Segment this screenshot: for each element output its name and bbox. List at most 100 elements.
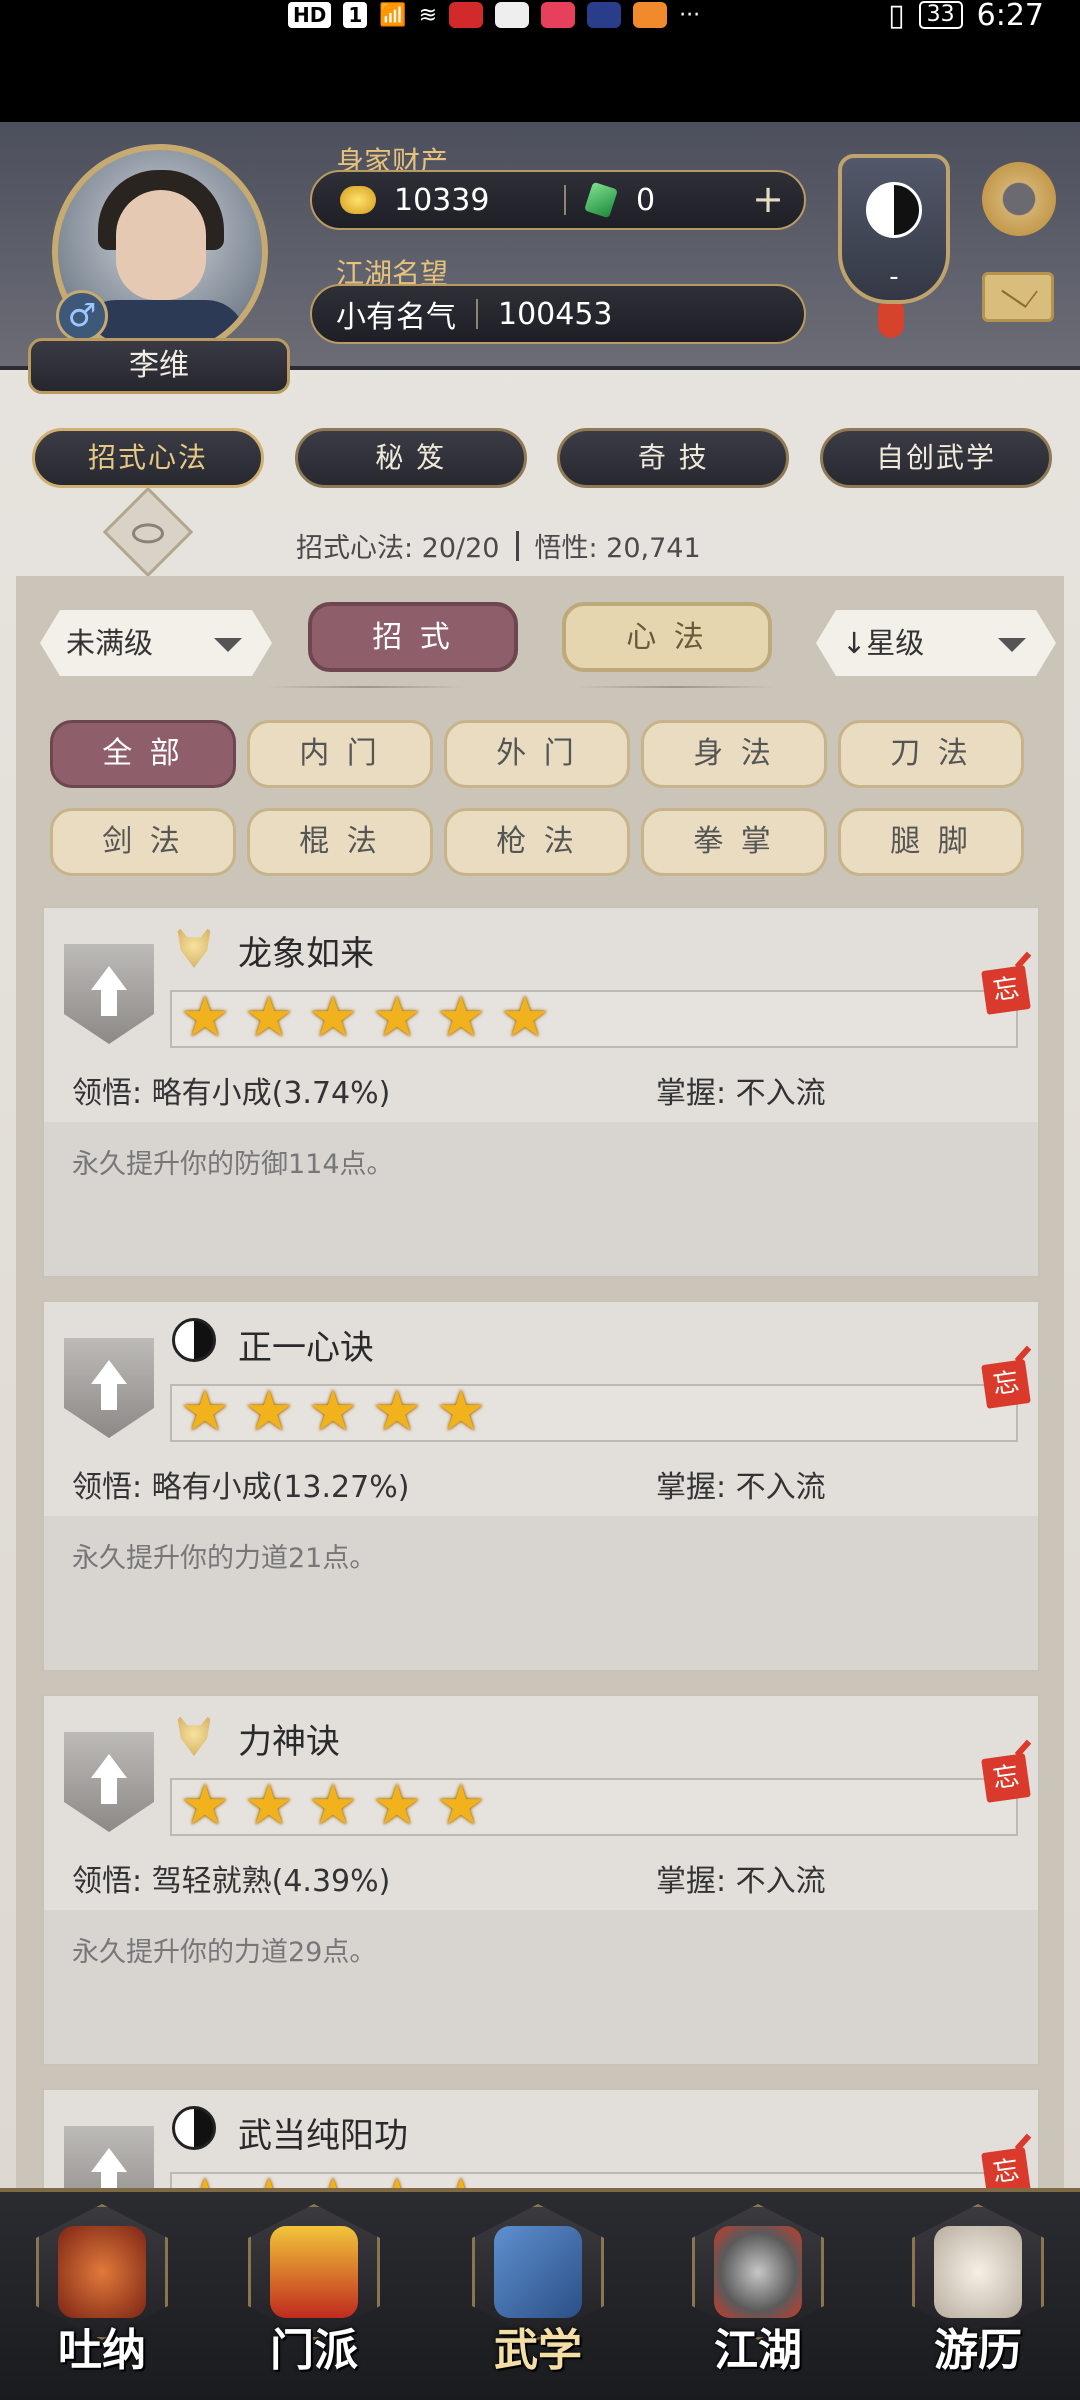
star-icon: ★ [307, 1773, 359, 1838]
skill-name: 武当纯阳功 [238, 2116, 408, 2156]
segment-moves[interactable]: 招 式 [308, 602, 518, 672]
app-notification-icon [495, 2, 530, 28]
book-icon [494, 2226, 582, 2318]
skill-name: 龙象如来 [238, 934, 374, 974]
app-notification-icon [587, 2, 622, 28]
upgrade-icon[interactable] [64, 944, 154, 1044]
tab-special-skills[interactable]: 奇 技 [557, 428, 790, 488]
app-notification-icon [633, 2, 668, 28]
skill-card[interactable]: 龙象如来 ★ ★ ★ ★ ★ ★ 忘 领悟: 略有小成(3.74%) 掌握: 不… [42, 906, 1040, 1278]
gold-ingot-icon [340, 186, 376, 214]
monk-icon [58, 2226, 146, 2318]
status-icons-left: HD 1 📶 ≋ ··· [288, 0, 700, 30]
skill-description: 永久提升你的力道21点。 [72, 1543, 377, 1574]
comprehension: 领悟: 略有小成(13.27%) [72, 1470, 410, 1505]
yinyang-icon [172, 1318, 216, 1362]
gear-icon[interactable] [982, 162, 1056, 236]
yinyang-icon [866, 182, 922, 238]
category-sword[interactable]: 剑 法 [50, 808, 236, 876]
skill-card[interactable]: 力神诀 ★ ★ ★ ★ ★ 忘 领悟: 驾轻就熟(4.39%) 掌握: 不入流 … [42, 1694, 1040, 2066]
star-icon: ★ [179, 1773, 231, 1838]
hat-icon [714, 2226, 802, 2318]
main-tabs: 招式心法 秘 笈 奇 技 自创武学 [32, 428, 1052, 494]
reputation-title: 小有名气 [336, 300, 456, 335]
category-leg[interactable]: 腿 脚 [838, 808, 1024, 876]
star-rating: ★ ★ ★ ★ ★ [170, 1384, 1018, 1442]
mail-icon[interactable] [982, 272, 1054, 322]
segment-mind[interactable]: 心 法 [562, 602, 772, 672]
upgrade-icon[interactable] [64, 1732, 154, 1832]
mastery: 掌握: 不入流 [656, 1470, 826, 1505]
vibrate-icon: ▯ [888, 0, 905, 33]
category-outer[interactable]: 外 门 [444, 720, 630, 788]
star-icon: ★ [371, 1379, 423, 1444]
yinyang-icon [172, 2106, 216, 2150]
star-icon: ★ [307, 1379, 359, 1444]
signal-icon: 📶 [379, 2, 407, 28]
category-movement[interactable]: 身 法 [641, 720, 827, 788]
star-rating: ★ ★ ★ ★ ★ [170, 1778, 1018, 1836]
level-filter-dropdown[interactable]: 未满级 [40, 610, 272, 676]
eye-icon[interactable] [102, 486, 194, 578]
star-icon: ★ [371, 985, 423, 1050]
forget-button[interactable]: 忘 [981, 965, 1031, 1015]
nav-martial-arts[interactable]: 武学 [468, 2186, 608, 2386]
horse-icon [934, 2226, 1022, 2318]
star-icon: ★ [179, 985, 231, 1050]
tab-secret-manuals[interactable]: 秘 笈 [294, 428, 527, 488]
player-name: 李维 [28, 338, 290, 394]
skill-panel: 未满级 招 式 心 法 ↓星级 全 部 内 门 外 门 身 法 刀 法 剑 法 … [16, 576, 1064, 2356]
category-all[interactable]: 全 部 [50, 720, 236, 788]
skill-description: 永久提升你的力道29点。 [72, 1937, 377, 1968]
divider [266, 686, 466, 688]
category-fist-palm[interactable]: 拳 掌 [641, 808, 827, 876]
upgrade-icon[interactable] [64, 1338, 154, 1438]
nav-jianghu[interactable]: 江湖 [688, 2186, 828, 2386]
category-spear[interactable]: 枪 法 [444, 808, 630, 876]
wifi-icon: ≋ [418, 2, 438, 28]
reputation-bar: 小有名气 100453 [310, 284, 806, 344]
status-icons-right: ▯ 33 6:27 [888, 0, 1044, 33]
battery-indicator: 33 [918, 1, 963, 29]
tab-custom-martial-arts[interactable]: 自创武学 [819, 428, 1052, 488]
star-icon: ★ [243, 1379, 295, 1444]
divider [576, 686, 776, 688]
star-icon: ★ [243, 1773, 295, 1838]
filter-row: 未满级 招 式 心 法 ↓星级 [40, 602, 1056, 682]
star-icon: ★ [435, 1773, 487, 1838]
tab-moves-mind[interactable]: 招式心法 [32, 428, 264, 488]
category-blade[interactable]: 刀 法 [838, 720, 1024, 788]
star-icon: ★ [243, 985, 295, 1050]
star-rating: ★ ★ ★ ★ ★ ★ [170, 990, 1018, 1048]
nav-breathing[interactable]: 吐纳 [32, 2186, 172, 2386]
star-icon: ★ [435, 985, 487, 1050]
forget-button[interactable]: 忘 [981, 1753, 1031, 1803]
star-icon: ★ [371, 1773, 423, 1838]
sort-dropdown[interactable]: ↓星级 [816, 610, 1056, 676]
male-icon: ♂ [56, 290, 108, 342]
skill-card[interactable]: 正一心诀 ★ ★ ★ ★ ★ 忘 领悟: 略有小成(13.27%) 掌握: 不入… [42, 1300, 1040, 1672]
bull-icon [176, 924, 212, 968]
category-inner[interactable]: 内 门 [247, 720, 433, 788]
skill-description: 永久提升你的防御114点。 [72, 1149, 394, 1180]
star-icon: ★ [179, 1379, 231, 1444]
category-staff[interactable]: 棍 法 [247, 808, 433, 876]
reputation-value: 100453 [498, 296, 613, 332]
app-notification-icon [541, 2, 576, 28]
sim-indicator: 1 [343, 2, 368, 28]
star-icon: ★ [435, 1379, 487, 1444]
forget-button[interactable]: 忘 [981, 1359, 1031, 1409]
add-currency-button[interactable]: + [750, 180, 786, 218]
status-bar: HD 1 📶 ≋ ··· ▯ 33 6:27 [0, 0, 1080, 122]
sect-badge[interactable]: - [838, 154, 950, 304]
bottom-navigation: 吐纳 门派 武学 江湖 游历 [0, 2188, 1080, 2400]
insight-value: 悟性: 20,741 [534, 533, 701, 564]
bull-icon [176, 1712, 212, 1756]
chevron-down-icon [998, 638, 1026, 652]
nav-sect[interactable]: 门派 [244, 2186, 384, 2386]
chevron-down-icon [214, 638, 242, 652]
player-header: ♂ 李维 身家财产 10339 0 + 江湖名望 小有名气 100453 - [0, 122, 1080, 394]
app-notification-icon [449, 2, 484, 28]
nav-travel[interactable]: 游历 [908, 2186, 1048, 2386]
game-screen: ♂ 李维 身家财产 10339 0 + 江湖名望 小有名气 100453 - 招… [0, 122, 1080, 2400]
